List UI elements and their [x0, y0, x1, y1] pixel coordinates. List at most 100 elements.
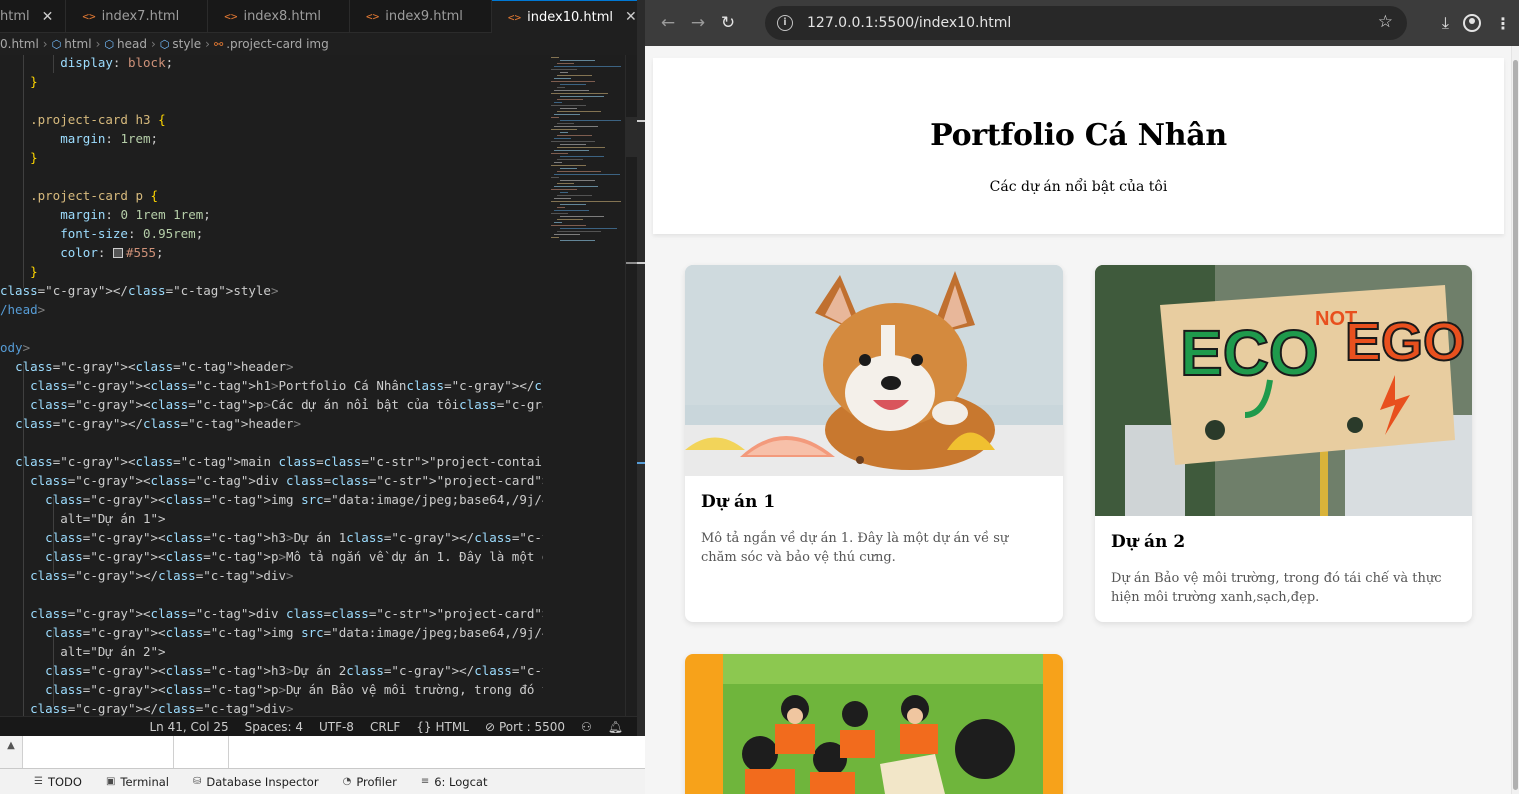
breadcrumb-label: html	[64, 37, 92, 51]
code-line: color: #555;	[60, 245, 164, 260]
minimap-line	[560, 168, 577, 169]
code-line: font-size: 0.95rem;	[60, 226, 204, 241]
live-server-port[interactable]: ⊘ Port : 5500	[485, 720, 565, 734]
minimap-line	[554, 78, 571, 79]
tab-index9[interactable]: <> index9.html	[350, 0, 492, 33]
code-line: class="c-gray"><class="c-tag">img src="d…	[45, 625, 543, 640]
children-group-image	[685, 654, 1063, 794]
panel-divider	[173, 736, 174, 770]
minimap-line	[554, 90, 589, 91]
code-area[interactable]: display: block; } .project-card h3 { mar…	[0, 55, 543, 716]
forward-arrow-icon[interactable]: →	[683, 13, 713, 33]
download-icon[interactable]: ⤓	[1442, 13, 1449, 33]
tab-label: html	[0, 9, 30, 24]
logcat-tool[interactable]: ≡ 6: Logcat	[409, 775, 500, 789]
breadcrumb-html[interactable]: ⬡ html	[52, 37, 92, 51]
database-inspector-tool[interactable]: ⛁ Database Inspector	[181, 775, 331, 789]
code-line: display: block;	[60, 55, 174, 70]
tool-label: 6: Logcat	[434, 774, 488, 789]
project-description: Mô tả ngắn về dự án 1. Đây là một dự án …	[701, 531, 1009, 565]
cursor-position[interactable]: Ln 41, Col 25	[149, 720, 228, 734]
tab-label: index10.html	[527, 9, 613, 25]
editor-tab-bar: html ✕ <> index7.html <> index8.html <> …	[0, 0, 637, 33]
minimap-line	[557, 75, 592, 76]
tool-label: Profiler	[356, 774, 397, 789]
code-line: class="c-gray"></class="c-tag">style>	[0, 283, 279, 298]
minimap-line	[551, 69, 577, 70]
minimap-line	[557, 135, 592, 136]
minimap-line	[560, 132, 568, 133]
code-line: class="c-gray"><class="c-tag">h1>Portfol…	[30, 378, 543, 393]
minimap-line	[554, 138, 571, 139]
breadcrumb-label: style	[172, 37, 202, 51]
tab-html[interactable]: html ✕	[0, 0, 67, 33]
breadcrumb-head[interactable]: ⬡ head	[104, 37, 147, 51]
breadcrumb-selector[interactable]: ⚯ .project-card img	[214, 37, 329, 51]
indentation[interactable]: Spaces: 4	[245, 720, 303, 734]
eco-not-ego-sign-image: ECO NOT EGO	[1095, 265, 1472, 516]
breadcrumb: 0.html › ⬡ html › ⬡ head › ⬡ style › ⚯ .proj…	[0, 33, 637, 55]
children-photo	[685, 654, 1063, 794]
browser-toolbar: ← → ↻ i 127.0.0.1:5500/index10.html ☆ ⤓ …	[645, 0, 1519, 46]
minimap-line	[554, 186, 598, 187]
breadcrumb-label: head	[116, 37, 147, 51]
android-icon[interactable]: ▲	[0, 736, 22, 770]
terminal-tool[interactable]: ▣ Terminal	[94, 775, 181, 789]
back-arrow-icon[interactable]: ←	[653, 13, 683, 33]
language-mode[interactable]: {} HTML	[416, 720, 469, 734]
close-icon[interactable]: ✕	[625, 9, 637, 25]
close-icon[interactable]: ✕	[42, 9, 54, 25]
minimap-line	[551, 237, 559, 238]
minimap-line	[560, 180, 595, 181]
accounts-icon[interactable]: ⚇	[581, 720, 592, 734]
bookmark-star-icon[interactable]: ☆	[1378, 12, 1393, 32]
tab-index8[interactable]: <> index8.html	[208, 0, 351, 33]
minimap-line	[554, 150, 589, 151]
minimap-line	[554, 126, 598, 127]
line-ending[interactable]: CRLF	[370, 720, 400, 734]
page-title: Portfolio Cá Nhân	[930, 118, 1227, 153]
notifications-icon[interactable]: 🔔︎	[608, 720, 623, 734]
minimap-line	[557, 207, 565, 208]
breadcrumb-label: .project-card img	[226, 37, 329, 51]
ide-panel	[22, 736, 645, 770]
code-line: }	[30, 264, 38, 279]
tab-index7[interactable]: <> index7.html	[66, 0, 209, 33]
code-line: ody>	[0, 340, 31, 355]
address-bar[interactable]: i 127.0.0.1:5500/index10.html ☆	[765, 6, 1407, 40]
code-line: class="c-gray"></class="c-tag">div>	[30, 701, 294, 716]
minimap-line	[551, 141, 595, 142]
profile-icon[interactable]	[1463, 14, 1481, 32]
minimap-line	[554, 66, 621, 67]
reload-icon[interactable]: ↻	[713, 13, 743, 33]
scroll-thumb[interactable]	[626, 117, 637, 157]
database-icon: ⛁	[193, 776, 202, 787]
breadcrumb-file[interactable]: 0.html	[0, 37, 39, 51]
encoding[interactable]: UTF-8	[319, 720, 354, 734]
url-text: 127.0.0.1:5500/index10.html	[807, 15, 1012, 31]
code-line: }	[30, 74, 38, 89]
todo-tool[interactable]: ☰ TODO	[0, 775, 94, 789]
code-line: class="c-gray"><class="c-tag">h3>Dự án 2…	[45, 663, 543, 678]
editor-scrollbar[interactable]	[625, 55, 637, 716]
cube-icon: ⬡	[104, 37, 114, 51]
minimap-line	[557, 87, 565, 88]
cube-icon: ⬡	[159, 37, 170, 51]
breadcrumb-style[interactable]: ⬡ style	[160, 37, 201, 51]
page-scrollbar[interactable]	[1511, 46, 1519, 794]
code-line: class="c-gray"><class="c-tag">img src="d…	[45, 492, 543, 507]
scroll-thumb[interactable]	[1513, 60, 1518, 790]
indent-guide	[53, 630, 54, 706]
minimap-line	[551, 81, 595, 82]
menu-kebab-icon[interactable]: ⋮	[1495, 14, 1511, 33]
minimap-line	[554, 222, 562, 223]
site-info-icon[interactable]: i	[777, 15, 793, 31]
profiler-tool[interactable]: ◔ Profiler	[331, 775, 409, 789]
tab-index10[interactable]: <> index10.html ✕	[491, 0, 637, 33]
project-card	[685, 654, 1063, 794]
minimap-line	[551, 189, 577, 190]
tool-label: TODO	[47, 774, 82, 789]
minimap[interactable]	[543, 55, 625, 716]
code-line: alt="Dự án 1">	[0, 511, 166, 526]
chevron-right-icon: ›	[150, 37, 156, 51]
